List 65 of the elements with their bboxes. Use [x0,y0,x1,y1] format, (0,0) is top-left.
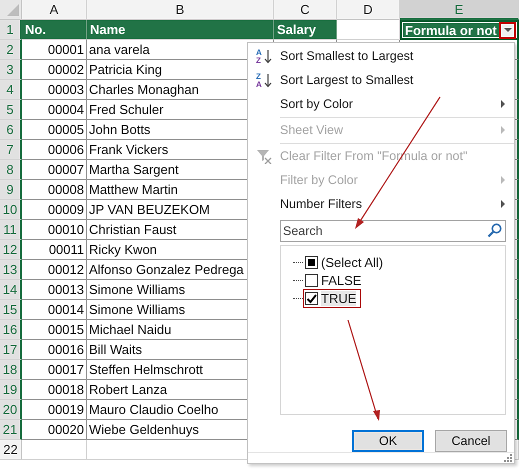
column-header[interactable]: E [400,0,519,20]
column-header[interactable]: A [22,0,87,20]
list-item[interactable]: FALSE [303,270,366,290]
table-cell: 00004 [22,100,87,120]
row-header[interactable]: 3 [0,60,22,80]
checkbox[interactable] [305,256,318,268]
search-icon [487,223,502,238]
row-header[interactable]: 5 [0,100,22,120]
checkbox[interactable] [305,274,318,286]
header-cell: Formula or not [400,20,519,40]
caret-icon [504,28,512,32]
row-header[interactable]: 18 [0,360,22,380]
table-cell: 00007 [22,160,87,180]
checkbox[interactable] [305,292,318,304]
row-header[interactable]: 15 [0,300,22,320]
row-header[interactable]: 12 [0,240,22,260]
row-header[interactable]: 1 [0,20,22,40]
search-field[interactable]: Search [280,220,506,242]
table-cell: 00012 [22,260,87,280]
row-header[interactable]: 20 [0,400,22,420]
table-cell: 00015 [22,320,87,340]
row-header[interactable]: 13 [0,260,22,280]
cancel-button[interactable]: Cancel [435,430,507,452]
table-cell: 00014 [22,300,87,320]
row-header[interactable]: 2 [0,40,22,60]
table-cell: 00008 [22,180,87,200]
table-cell: 00017 [22,360,87,380]
table-cell: 00013 [22,280,87,300]
row-header[interactable]: 21 [0,420,22,440]
table-cell: 00001 [22,40,87,60]
header-cell: Name [87,20,274,40]
row-header[interactable]: 7 [0,140,22,160]
table-cell: 00018 [22,380,87,400]
list-item[interactable]: TRUE [303,288,362,308]
resize-grip-icon[interactable] [504,454,512,462]
row-header[interactable]: 14 [0,280,22,300]
row-header[interactable]: 10 [0,200,22,220]
table-cell: 00003 [22,80,87,100]
row-header[interactable]: 17 [0,340,22,360]
table-cell: 00006 [22,140,87,160]
column-header[interactable]: C [274,0,337,20]
row-header[interactable]: 19 [0,380,22,400]
clear-filter-icon [256,148,272,164]
row-header[interactable]: 11 [0,220,22,240]
table-cell: 00002 [22,60,87,80]
header-cell: No. [22,20,87,40]
row-header[interactable]: 16 [0,320,22,340]
column-header[interactable]: D [337,0,400,20]
list-item[interactable]: (Select All) [303,252,388,272]
table-cell: 00019 [22,400,87,420]
table-cell: 00010 [22,220,87,240]
table-cell: 00009 [22,200,87,220]
row-header[interactable]: 6 [0,120,22,140]
row-header[interactable]: 9 [0,180,22,200]
filter-dropdown-button[interactable] [499,22,516,38]
column-header[interactable]: B [87,0,274,20]
table-cell: 00016 [22,340,87,360]
ok-button[interactable]: OK [352,430,424,452]
row-header[interactable]: 8 [0,160,22,180]
table-cell: 00011 [22,240,87,260]
row-header[interactable]: 4 [0,80,22,100]
table-cell: 00005 [22,120,87,140]
row-header[interactable]: 22 [0,440,22,460]
header-cell: Salary [274,20,337,40]
table-cell: 00020 [22,420,87,440]
